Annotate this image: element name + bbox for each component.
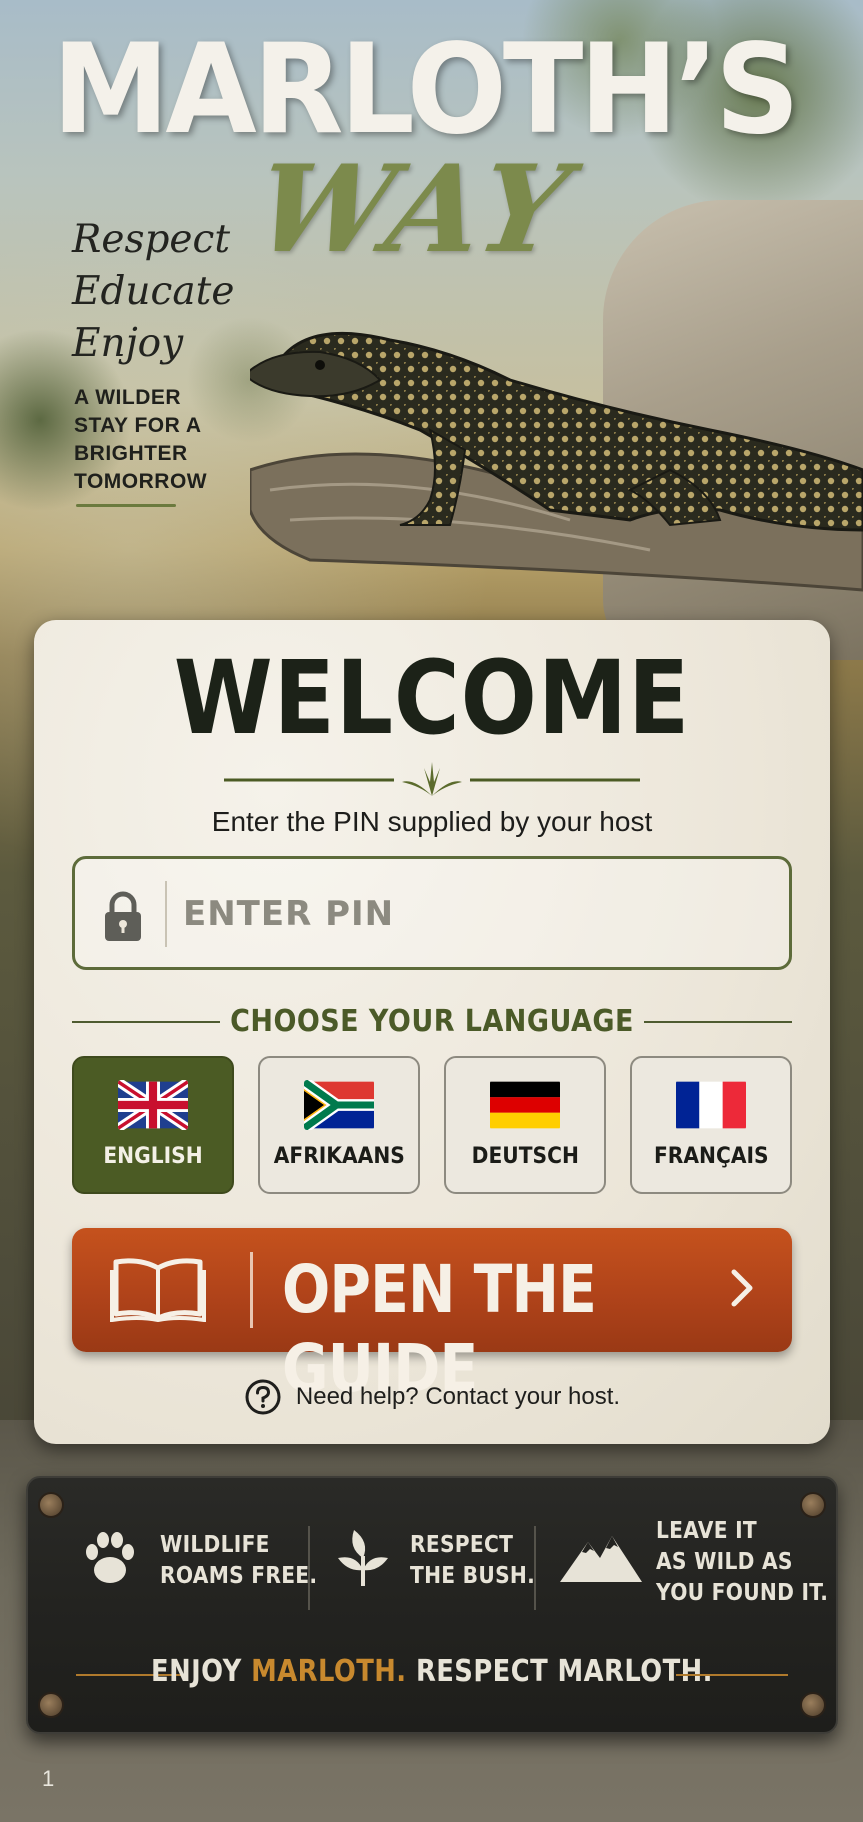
divider-line — [676, 1674, 788, 1676]
monitor-lizard-image — [250, 331, 863, 592]
germany-flag-icon — [490, 1081, 560, 1129]
motto-line: Educate — [72, 269, 235, 314]
divider-line — [644, 1021, 792, 1023]
sign-motto: ENJOY MARLOTH. RESPECT MARLOTH. — [85, 1654, 780, 1689]
button-divider — [250, 1252, 253, 1328]
open-guide-button[interactable]: OPEN THE GUIDE — [72, 1228, 792, 1407]
language-label: ENGLISH — [103, 1144, 203, 1169]
sign-line: THE BUSH. — [410, 1563, 536, 1589]
grass-ornament-icon — [224, 762, 640, 796]
pin-field-divider — [165, 881, 167, 947]
tagline-line: A WILDER — [74, 386, 182, 409]
lock-icon — [105, 891, 141, 941]
brand-title: MARLOTH’S — [52, 16, 800, 162]
language-option-english[interactable]: ENGLISH — [72, 1056, 234, 1194]
bolt-icon — [800, 1692, 826, 1718]
south-africa-flag-icon — [304, 1080, 374, 1130]
sign-line: WILDLIFE — [160, 1532, 270, 1558]
sign-line: LEAVE IT — [656, 1518, 758, 1544]
sign-motto-accent: MARLOTH. — [251, 1654, 407, 1689]
language-option-afrikaans[interactable]: AFRIKAANS — [258, 1056, 420, 1194]
book-icon — [110, 1258, 206, 1322]
brand-title-script: WAY — [245, 139, 583, 280]
uk-flag-icon — [118, 1080, 188, 1130]
motto-line: Enjoy — [72, 321, 184, 366]
language-selector: ENGLISH AFRIKAANS DEUTSCH FRANÇAIS — [72, 1056, 792, 1194]
language-heading-row: CHOOSE YOUR LANGUAGE — [72, 1002, 792, 1042]
bolt-icon — [800, 1492, 826, 1518]
sign-item-text: RESPECT THE BUSH. — [410, 1530, 535, 1592]
welcome-heading: WELCOME — [173, 639, 691, 758]
page-number: 1 — [42, 1766, 55, 1791]
language-label: FRANÇAIS — [653, 1144, 769, 1169]
sign-line: RESPECT — [410, 1532, 514, 1558]
sign-item-respect: RESPECT THE BUSH. — [334, 1516, 554, 1626]
divider-line — [534, 1526, 536, 1610]
tagline-line: BRIGHTER — [74, 442, 188, 465]
tagline-line: TOMORROW — [74, 470, 208, 493]
leaf-icon — [338, 1530, 388, 1586]
bolt-icon — [38, 1492, 64, 1518]
sign-line: YOU FOUND IT. — [656, 1580, 829, 1606]
pin-instructions: Enter the PIN supplied by your host — [211, 806, 653, 837]
sign-motto-part: ENJOY — [151, 1654, 252, 1689]
sign-item-wildlife: WILDLIFE ROAMS FREE. — [78, 1516, 318, 1626]
sign-motto-row: ENJOY MARLOTH. RESPECT MARLOTH. — [28, 1654, 836, 1694]
divider-line — [308, 1526, 310, 1610]
tagline-underline — [76, 504, 176, 507]
language-label: DEUTSCH — [471, 1144, 579, 1169]
sign-item-leave-it-wild: LEAVE IT AS WILD AS YOU FOUND IT. — [560, 1516, 828, 1626]
language-label: AFRIKAANS — [273, 1144, 405, 1169]
pin-field[interactable] — [72, 856, 792, 970]
motto: Respect Educate Enjoy — [72, 214, 234, 370]
mountain-icon — [560, 1536, 642, 1582]
language-option-francais[interactable]: FRANÇAIS — [630, 1056, 792, 1194]
pin-input[interactable] — [183, 883, 773, 945]
sign-item-text: WILDLIFE ROAMS FREE. — [160, 1530, 317, 1592]
france-flag-icon — [676, 1081, 746, 1129]
sign-line: AS WILD AS — [656, 1549, 793, 1575]
bolt-icon — [38, 1692, 64, 1718]
question-circle-icon — [245, 1379, 281, 1415]
language-option-deutsch[interactable]: DEUTSCH — [444, 1056, 606, 1194]
sign-motto-part: RESPECT MARLOTH. — [406, 1654, 713, 1689]
welcome-card: WELCOME Enter the PIN supplied by your h… — [34, 620, 830, 1444]
motto-line: Respect — [72, 217, 231, 262]
sign-item-text: LEAVE IT AS WILD AS YOU FOUND IT. — [656, 1516, 828, 1609]
sign-line: ROAMS FREE. — [160, 1563, 318, 1589]
paw-icon — [86, 1532, 134, 1583]
rules-sign: WILDLIFE ROAMS FREE. RESPECT THE BUSH. L… — [26, 1476, 838, 1734]
chevron-right-icon — [731, 1269, 753, 1307]
tagline-line: STAY FOR A — [74, 414, 202, 437]
tagline: A WILDER STAY FOR A BRIGHTER TOMORROW — [74, 384, 207, 496]
help-link[interactable]: Need help? Contact your host. — [34, 1378, 830, 1416]
help-text: Need help? Contact your host. — [295, 1383, 621, 1410]
